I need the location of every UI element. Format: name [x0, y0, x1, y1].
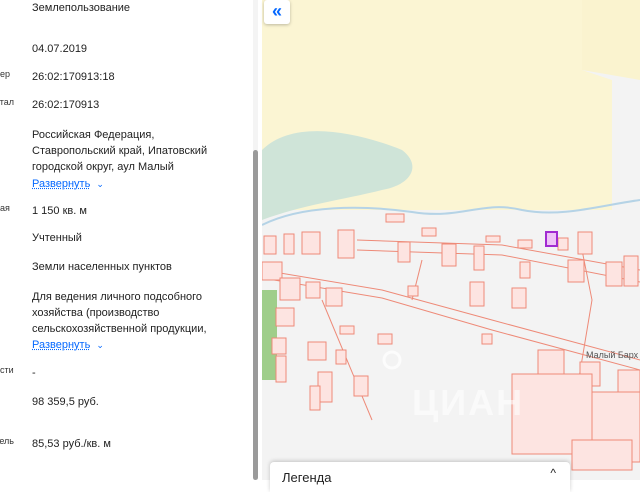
parcel — [537, 349, 565, 375]
parcel — [517, 239, 533, 249]
field-value: 1 150 кв. м — [32, 205, 87, 217]
field-label: ель — [0, 436, 14, 446]
parcel — [567, 259, 585, 283]
scrollbar-thumb[interactable] — [253, 150, 258, 480]
parcel — [353, 375, 369, 397]
garden-area — [262, 290, 277, 380]
field-value: 26:02:170913:18 — [32, 71, 115, 83]
expand-label: Развернуть — [32, 339, 91, 351]
parcel-info-panel: Землепользование 04.07.2019 ер 26:02:170… — [0, 0, 262, 480]
legend-panel[interactable]: Легенда ^ — [270, 462, 570, 492]
parcel — [623, 255, 639, 287]
parcel — [473, 245, 485, 271]
parcel — [339, 325, 355, 335]
location-marker-icon — [382, 350, 402, 370]
selected-parcel — [545, 231, 558, 247]
parcel — [397, 241, 411, 263]
watermark-logo: ЦИАН — [412, 382, 525, 423]
parcel — [485, 235, 501, 243]
parcel — [271, 337, 287, 355]
field-label: тал — [0, 97, 14, 107]
farmland-area-right — [582, 0, 640, 80]
parcel — [325, 287, 343, 307]
field-value: Земли населенных пунктов — [32, 261, 172, 273]
parcel — [469, 281, 485, 307]
parcel — [421, 227, 437, 237]
field-value: Российская Федерация, Ставропольский кра… — [32, 129, 208, 173]
parcel — [571, 439, 633, 471]
parcel — [557, 237, 569, 251]
settlement-label: Малый Барх — [586, 350, 639, 360]
cadastral-map[interactable]: Малый Барх ЦИАН — [262, 0, 640, 480]
parcel — [481, 333, 493, 345]
parcel — [275, 355, 287, 383]
parcel — [301, 231, 321, 255]
parcel — [305, 281, 321, 299]
parcel — [262, 261, 283, 281]
field-value: Для ведения личного подсобного хозяйства… — [32, 291, 207, 335]
expand-label: Развернуть — [32, 178, 91, 190]
expand-address-link[interactable]: Развернуть ⌄ — [32, 178, 104, 190]
parcel — [263, 235, 277, 255]
parcel — [275, 307, 295, 327]
field-value: - — [32, 367, 36, 379]
parcel — [377, 333, 393, 345]
chevron-down-icon: ⌄ — [96, 179, 104, 189]
expand-permitted-use-link[interactable]: Развернуть ⌄ — [32, 339, 104, 351]
parcel — [309, 385, 321, 411]
field-value: Землепользование — [32, 2, 131, 14]
field-label: сти — [0, 365, 14, 375]
parcel — [335, 349, 347, 365]
parcel — [385, 213, 405, 223]
parcel — [519, 261, 531, 279]
field-value: 26:02:170913 — [32, 99, 100, 111]
parcel — [605, 261, 623, 287]
parcel — [441, 243, 457, 267]
field-value: 85,53 руб./кв. м — [32, 438, 111, 450]
parcel — [307, 341, 327, 361]
collapse-panel-button[interactable]: « — [264, 0, 290, 24]
field-value: 04.07.2019 — [32, 43, 88, 55]
parcel — [279, 277, 301, 301]
field-value: Учтенный — [32, 232, 82, 244]
field-label: ер — [0, 69, 11, 79]
field-value: 98 359,5 руб. — [32, 396, 99, 408]
field-label: ая — [0, 203, 10, 213]
parcel — [283, 233, 295, 255]
legend-title: Легенда — [282, 470, 332, 485]
chevron-up-icon[interactable]: ^ — [550, 466, 556, 480]
chevron-down-icon: ⌄ — [96, 340, 104, 350]
parcel — [407, 285, 419, 297]
parcel — [337, 229, 355, 259]
parcel — [511, 287, 527, 309]
parcel — [577, 231, 593, 255]
